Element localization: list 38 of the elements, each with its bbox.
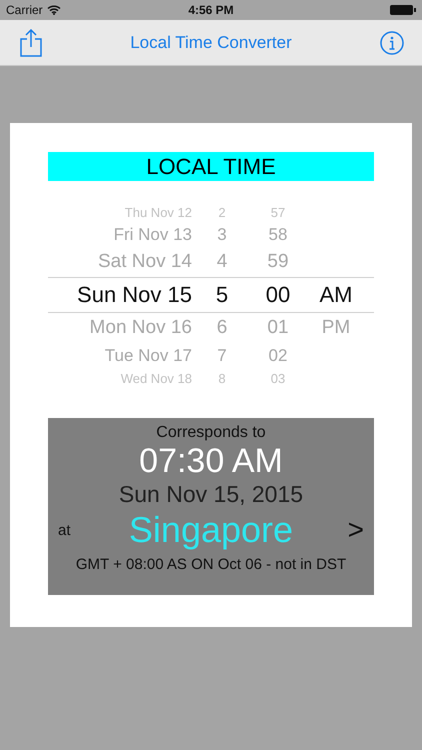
hour-option[interactable]: 3 <box>192 224 252 244</box>
info-icon[interactable] <box>380 30 404 54</box>
nav-title: Local Time Converter <box>130 32 292 52</box>
minute-option[interactable]: 58 <box>252 224 304 244</box>
minute-option[interactable]: 01 <box>252 317 304 339</box>
hour-option[interactable]: 4 <box>192 251 252 273</box>
hour-option[interactable]: 6 <box>192 317 252 339</box>
date-option[interactable]: Tue Nov 17 <box>48 346 192 366</box>
minute-option[interactable]: 57 <box>252 204 304 220</box>
converted-time: 07:30 AM <box>139 442 283 480</box>
minute-option[interactable]: 02 <box>252 346 304 366</box>
wifi-icon <box>46 5 61 15</box>
hour-option[interactable]: 8 <box>192 370 252 386</box>
date-option[interactable]: Sun Nov 15 <box>48 282 192 308</box>
converted-date: Sun Nov 15, 2015 <box>118 480 304 508</box>
period-option[interactable]: AM <box>304 282 368 308</box>
date-option[interactable]: Wed Nov 18 <box>48 370 192 386</box>
at-label: at <box>58 522 72 538</box>
chevron-button[interactable]: > <box>334 514 364 546</box>
timezone-info: GMT + 08:00 AS ON Oct 06 - not in DST <box>76 556 346 573</box>
city-name[interactable]: Singapore <box>128 509 294 551</box>
period-option[interactable]: PM <box>304 317 368 339</box>
caption-label: Corresponds to <box>156 424 266 442</box>
battery-icon <box>390 5 416 15</box>
hour-option[interactable]: 7 <box>192 346 252 366</box>
date-option[interactable]: Sat Nov 14 <box>48 251 192 273</box>
section-header: LOCAL TIME <box>48 152 374 181</box>
share-icon[interactable] <box>20 28 42 56</box>
clock-label: 4:56 PM <box>188 3 234 17</box>
hour-option[interactable]: 2 <box>192 204 252 220</box>
date-option[interactable]: Fri Nov 13 <box>48 224 192 244</box>
date-option[interactable]: Mon Nov 16 <box>48 317 192 339</box>
minute-option[interactable]: 59 <box>252 251 304 273</box>
date-option[interactable]: Thu Nov 12 <box>48 204 192 220</box>
minute-option[interactable]: 03 <box>252 370 304 386</box>
carrier-label: Carrier <box>6 3 43 17</box>
minute-option[interactable]: 00 <box>252 282 304 308</box>
hour-option[interactable]: 5 <box>192 282 252 308</box>
